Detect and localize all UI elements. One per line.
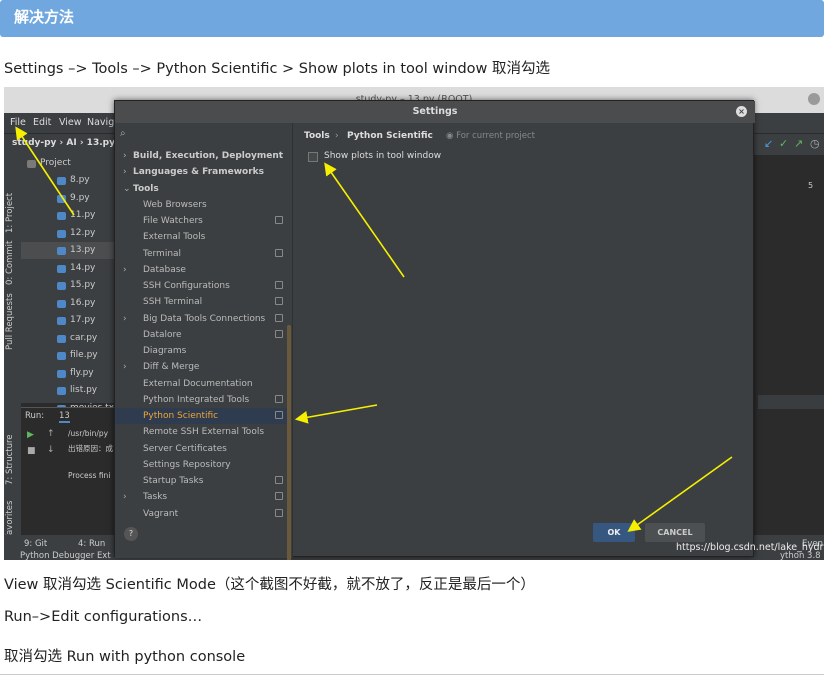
- arrow-to-file-menu: [15, 126, 75, 216]
- instruction-settings: Settings –> Tools –> Python Scientific >…: [4, 61, 551, 77]
- instruction-console: 取消勾选 Run with python console: [4, 649, 246, 665]
- instruction-run: Run–>Edit configurations…: [4, 609, 203, 625]
- bottom-divider: [0, 674, 824, 675]
- ide-screenshot: study-py – 13.py (ROOT) File Edit View N…: [4, 87, 824, 560]
- instruction-view: View 取消勾选 Scientific Mode（这个截图不好截，就不放了，反…: [4, 577, 535, 593]
- arrow-to-ok-button: [627, 456, 733, 532]
- annotation-arrows: [15, 126, 733, 532]
- section-heading: 解决方法: [0, 0, 824, 37]
- arrow-to-python-scientific: [294, 404, 378, 424]
- arrow-to-checkbox: [324, 162, 405, 278]
